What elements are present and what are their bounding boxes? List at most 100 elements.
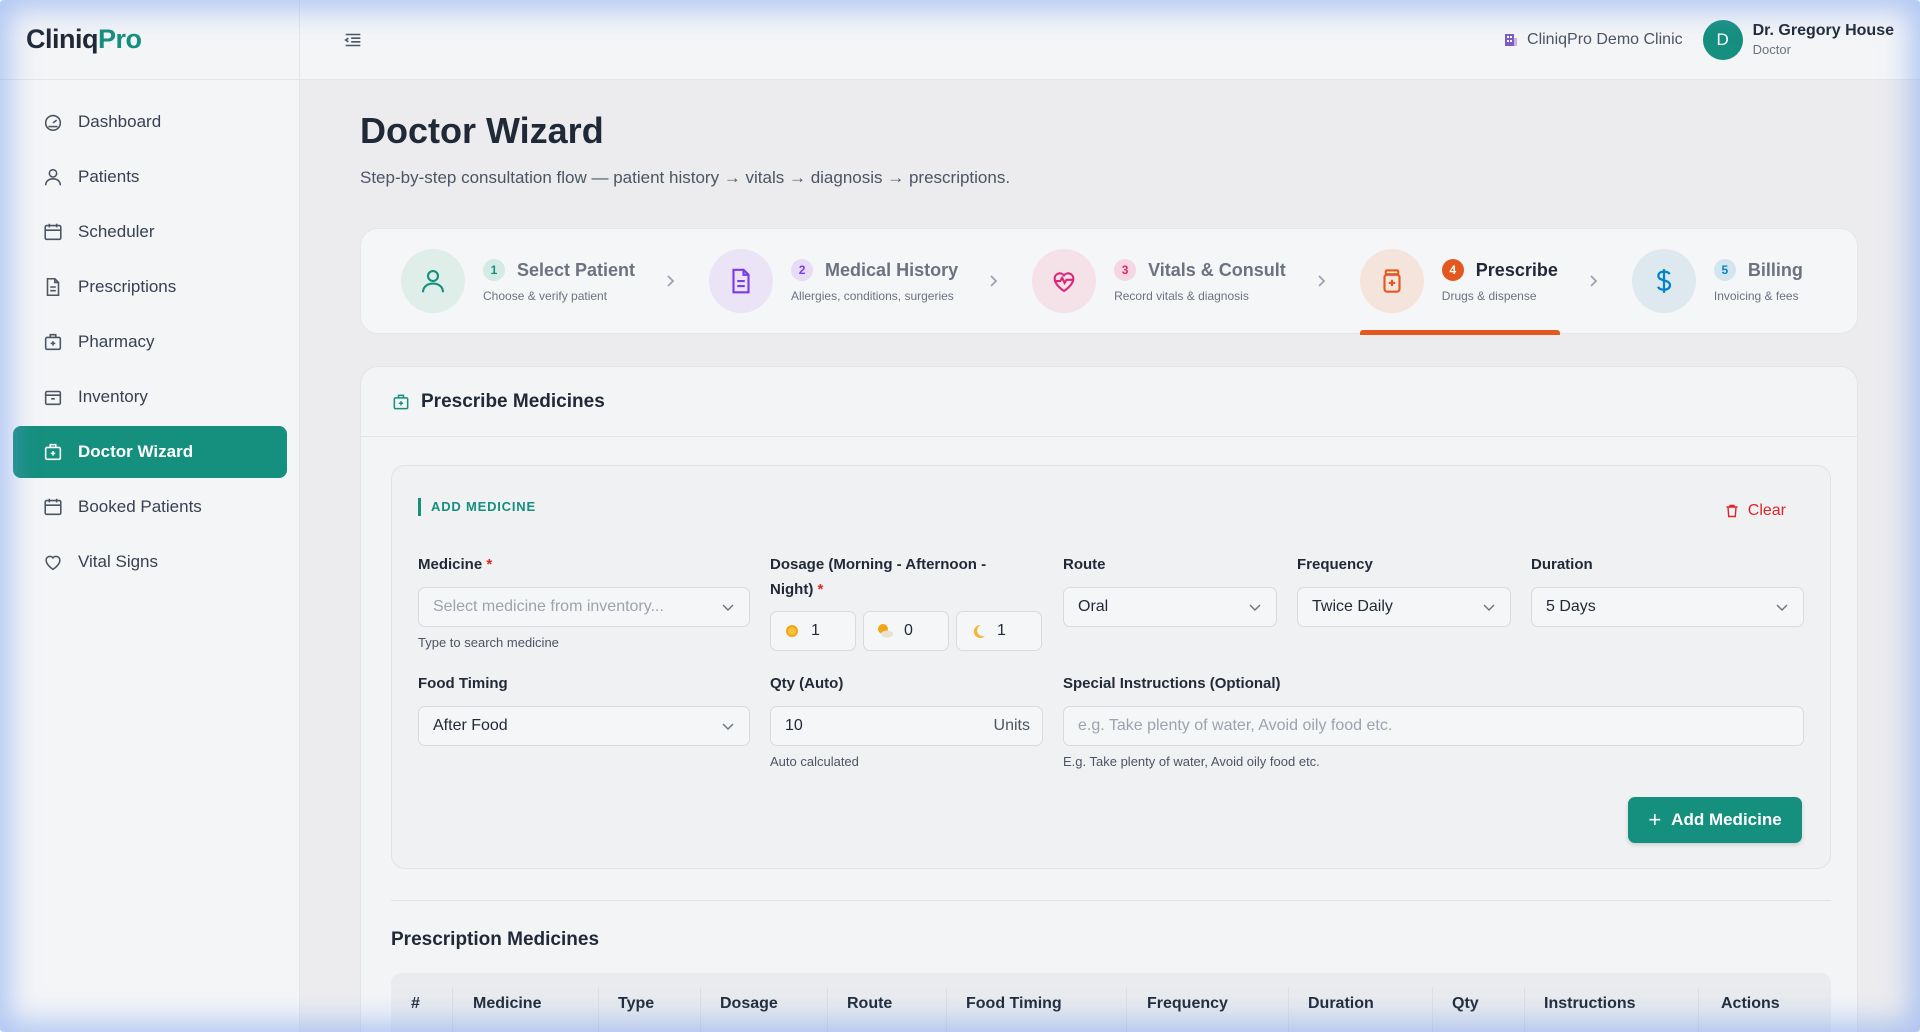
duration-value: 5 Days (1546, 598, 1596, 615)
table-header-cell: Qty (1452, 995, 1479, 1012)
card-title: Prescribe Medicines (421, 390, 605, 412)
dosage-afternoon-input[interactable]: 0 (863, 611, 949, 651)
user-info[interactable]: Dr. Gregory House Doctor (1753, 22, 1894, 57)
chevron-right-icon (986, 274, 1000, 288)
column-divider (1698, 987, 1699, 1032)
instructions-input[interactable]: e.g. Take plenty of water, Avoid oily fo… (1063, 706, 1804, 746)
clinic-name: CliniqPro Demo Clinic (1527, 30, 1683, 48)
table-header-cell: Actions (1721, 995, 1780, 1012)
sidebar-item-prescriptions[interactable]: Prescriptions (13, 261, 287, 313)
pill-bottle-icon (1359, 249, 1424, 313)
dollar-icon (1631, 249, 1696, 313)
sidebar-item-dashboard[interactable]: Dashboard (13, 96, 287, 148)
food-timing-value: After Food (433, 717, 508, 734)
chevron-right-icon (1314, 274, 1328, 288)
step-title: Medical History (825, 259, 959, 280)
column-divider (1288, 987, 1289, 1032)
active-step-indicator (1359, 330, 1560, 335)
table-header-cell: Food Timing (966, 995, 1062, 1012)
add-medicine-label: Add Medicine (1671, 810, 1782, 829)
step-description: Drugs & dispense (1441, 289, 1537, 303)
dosage-label: Dosage (Morning - Afternoon - Night) * (770, 552, 1020, 602)
sidebar-item-label: Prescriptions (78, 277, 177, 296)
app-logo[interactable]: Cliniq Pro (0, 0, 299, 80)
medkit-icon (42, 331, 64, 353)
wizard-stepper: 1 Select Patient Choose & verify patient … (360, 228, 1858, 335)
table-header-cell: Dosage (720, 995, 778, 1012)
sidebar-item-vital-signs[interactable]: Vital Signs (13, 536, 287, 588)
dosage-morning-input[interactable]: 1 (770, 611, 856, 651)
chevron-down-icon (1248, 600, 1262, 614)
required-mark: * (486, 556, 493, 573)
step-number: 3 (1114, 259, 1137, 281)
sidebar-item-inventory[interactable]: Inventory (13, 371, 287, 423)
medicine-select[interactable]: Select medicine from inventory... (418, 587, 750, 627)
sidebar-item-pharmacy[interactable]: Pharmacy (13, 316, 287, 368)
step-medical-history[interactable]: 2 Medical History Allergies, conditions, … (709, 228, 958, 334)
frequency-value: Twice Daily (1312, 598, 1393, 615)
sidebar: Cliniq Pro Dashboard Patients Scheduler P… (0, 0, 300, 1032)
sidebar-item-label: Booked Patients (78, 497, 202, 516)
document-icon (42, 276, 64, 298)
chevron-down-icon (721, 600, 735, 614)
sidebar-item-patients[interactable]: Patients (13, 151, 287, 203)
clear-button[interactable]: Clear (1724, 502, 1786, 520)
frequency-select[interactable]: Twice Daily (1297, 587, 1511, 627)
prescription-table-header: # Medicine Type Dosage Route Food Timing… (391, 973, 1831, 1032)
chevron-down-icon (1482, 600, 1496, 614)
step-prescribe[interactable]: 4 Prescribe Drugs & dispense (1359, 228, 1560, 335)
column-divider (1524, 987, 1525, 1032)
moon-icon (969, 622, 987, 640)
logo-text-part2: Pro (98, 24, 142, 54)
step-billing[interactable]: 5 Billing Invoicing & fees (1631, 228, 1803, 334)
qty-label: Qty (Auto) (770, 675, 844, 692)
dosage-afternoon-value: 0 (904, 622, 913, 639)
duration-label: Duration (1531, 556, 1593, 573)
chevron-down-icon (721, 719, 735, 733)
route-value: Oral (1078, 598, 1109, 615)
sidebar-item-label: Inventory (78, 387, 148, 406)
medkit-icon (42, 441, 64, 463)
add-medicine-heading: ADD MEDICINE (418, 498, 536, 516)
dosage-night-input[interactable]: 1 (956, 611, 1042, 651)
chevron-right-icon (1586, 274, 1600, 288)
sidebar-item-booked-patients[interactable]: Booked Patients (13, 481, 287, 533)
step-description: Invoicing & fees (1713, 289, 1799, 303)
avatar[interactable]: D (1702, 19, 1743, 60)
sidebar-item-label: Dashboard (78, 112, 162, 131)
duration-select[interactable]: 5 Days (1531, 587, 1804, 627)
calendar-icon (42, 221, 64, 243)
sidebar-item-doctor-wizard[interactable]: Doctor Wizard (13, 426, 287, 478)
step-number: 4 (1441, 259, 1464, 281)
heart-icon (42, 551, 64, 573)
route-select[interactable]: Oral (1063, 587, 1277, 627)
sidebar-item-scheduler[interactable]: Scheduler (13, 206, 287, 258)
food-timing-select[interactable]: After Food (418, 706, 750, 746)
instructions-placeholder: e.g. Take plenty of water, Avoid oily fo… (1078, 717, 1393, 734)
dosage-label-line1: Dosage (Morning - Afternoon - (770, 556, 987, 573)
qty-hint: Auto calculated (770, 754, 859, 769)
step-vitals-consult[interactable]: 3 Vitals & Consult Record vitals & diagno… (1032, 228, 1286, 334)
required-mark: * (817, 581, 824, 598)
table-header-cell: Instructions (1544, 995, 1636, 1012)
instructions-label: Special Instructions (Optional) (1063, 675, 1281, 692)
trash-icon (1724, 503, 1740, 519)
dashboard-icon (42, 111, 64, 133)
clear-label: Clear (1747, 502, 1786, 519)
step-number: 2 (791, 259, 814, 281)
step-title: Select Patient (517, 259, 636, 280)
step-select-patient[interactable]: 1 Select Patient Choose & verify patient (401, 228, 635, 334)
frequency-label: Frequency (1297, 556, 1373, 573)
medicine-label-text: Medicine (418, 556, 483, 573)
box-icon (42, 386, 64, 408)
step-title: Prescribe (1475, 259, 1558, 280)
clinic-selector[interactable]: CliniqPro Demo Clinic (1503, 31, 1683, 49)
step-title: Billing (1747, 259, 1803, 280)
add-medicine-button[interactable]: + Add Medicine (1628, 797, 1802, 843)
column-divider (946, 987, 947, 1032)
sidebar-item-label: Scheduler (78, 222, 155, 241)
medicine-hint: Type to search medicine (418, 635, 559, 650)
menu-toggle-icon[interactable] (342, 29, 364, 51)
qty-input[interactable]: 10 Units (770, 706, 1043, 746)
step-description: Choose & verify patient (483, 289, 608, 303)
